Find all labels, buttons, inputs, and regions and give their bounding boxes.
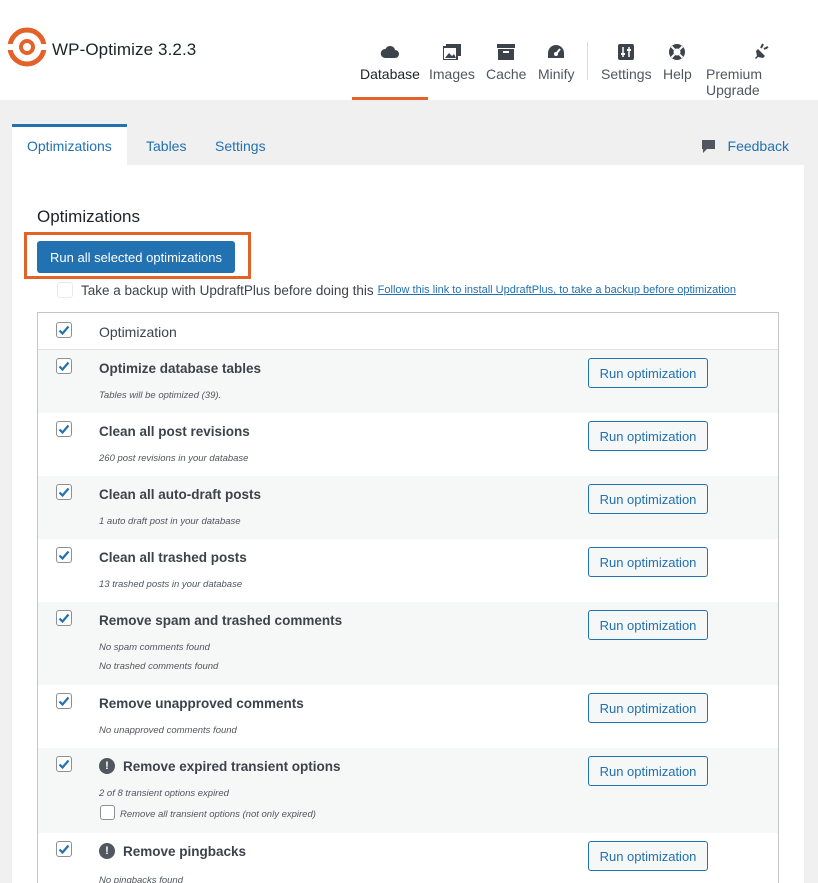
row-checkbox[interactable] — [56, 756, 72, 772]
backup-label: Take a backup with UpdraftPlus before do… — [81, 282, 374, 298]
nav-tab-help[interactable]: Help — [663, 42, 692, 100]
table-row: Remove spam and trashed comments No spam… — [38, 602, 778, 685]
page-title: Optimizations — [37, 207, 140, 226]
checkmark-icon — [58, 613, 70, 624]
subtab-bar: Optimizations Tables Settings — [0, 100, 818, 165]
dashboard-icon — [547, 42, 565, 62]
row-note: 13 trashed posts in your database — [99, 579, 243, 590]
row-title: Remove unapproved comments — [99, 696, 304, 711]
warning-icon: ! — [99, 758, 115, 774]
run-optimization-button[interactable]: Run optimization — [588, 421, 708, 451]
backup-checkbox[interactable] — [57, 282, 73, 298]
row-checkbox[interactable] — [56, 421, 72, 437]
run-optimization-button[interactable]: Run optimization — [588, 693, 708, 723]
checkmark-icon — [58, 844, 70, 855]
run-optimization-button[interactable]: Run optimization — [588, 756, 708, 786]
row-title: Optimize database tables — [99, 361, 262, 376]
row-note: Tables will be optimized (39). — [99, 390, 222, 401]
run-optimization-button[interactable]: Run optimization — [588, 547, 708, 577]
warning-icon: ! — [99, 843, 115, 859]
tab-optimizations[interactable]: Optimizations — [12, 124, 127, 165]
row-checkbox[interactable] — [56, 841, 72, 857]
row-note: No trashed comments found — [99, 661, 219, 672]
row-title: Clean all post revisions — [99, 424, 250, 439]
cloud-icon — [380, 42, 400, 62]
row-note: No unapproved comments found — [99, 725, 237, 736]
plugin-icon — [754, 42, 770, 62]
table-row: ! Remove expired transient options 2 of … — [38, 748, 778, 833]
nav-tab-minify[interactable]: Minify — [538, 42, 575, 100]
wp-optimize-logo-icon — [7, 27, 47, 67]
row-checkbox[interactable] — [56, 610, 72, 626]
images-icon — [442, 42, 461, 62]
nav-label: Settings — [601, 66, 652, 82]
row-title: ! Remove pingbacks — [99, 843, 246, 859]
feedback-link[interactable]: Feedback — [701, 138, 789, 154]
app-title: WP-Optimize 3.2.3 — [52, 40, 197, 59]
row-title: ! Remove expired transient options — [99, 758, 341, 774]
run-optimization-button[interactable]: Run optimization — [588, 358, 708, 388]
column-header-optimization: Optimization — [99, 324, 177, 340]
checkmark-icon — [58, 487, 70, 498]
checkmark-icon — [58, 424, 70, 435]
nav-label: Help — [663, 66, 692, 82]
row-note: No pingbacks found — [99, 875, 183, 883]
checkmark-icon — [58, 696, 70, 707]
row-title: Clean all trashed posts — [99, 550, 247, 565]
checkmark-icon — [58, 550, 70, 561]
run-optimization-button[interactable]: Run optimization — [588, 610, 708, 640]
lifebuoy-icon — [668, 42, 686, 62]
table-row: Clean all post revisions 260 post revisi… — [38, 413, 778, 476]
transient-all-checkbox[interactable] — [100, 805, 115, 820]
run-all-button[interactable]: Run all selected optimizations — [37, 241, 235, 273]
optimizations-table: Optimization Optimize database tables Ta… — [37, 312, 779, 883]
nav-label: Database — [360, 66, 420, 82]
run-optimization-button[interactable]: Run optimization — [588, 841, 708, 871]
row-checkbox[interactable] — [56, 693, 72, 709]
nav-label: Images — [429, 66, 475, 82]
select-all-checkbox[interactable] — [56, 322, 72, 338]
row-note: No spam comments found — [99, 642, 210, 653]
checkmark-icon — [58, 759, 70, 770]
nav-tab-images[interactable]: Images — [429, 42, 475, 100]
nav-divider — [587, 42, 588, 80]
nav-tab-premium-upgrade[interactable]: Premium Upgrade — [706, 42, 818, 100]
nav-label: Premium Upgrade — [706, 66, 763, 98]
row-note: 2 of 8 transient options expired — [99, 788, 229, 799]
nav-label: Minify — [538, 66, 575, 82]
archive-icon — [497, 42, 516, 62]
install-updraftplus-link[interactable]: Follow this link to install UpdraftPlus,… — [378, 284, 736, 296]
table-row: Remove unapproved comments No unapproved… — [38, 685, 778, 748]
row-checkbox[interactable] — [56, 484, 72, 500]
top-header: WP-Optimize 3.2.3 Database Images Cache … — [0, 0, 818, 100]
tab-tables[interactable]: Tables — [146, 124, 186, 165]
table-row: Clean all trashed posts 13 trashed posts… — [38, 539, 778, 602]
table-row: ! Remove pingbacks No pingbacks found Ru… — [38, 833, 778, 883]
row-title: Remove spam and trashed comments — [99, 613, 343, 628]
checkmark-icon — [58, 325, 70, 336]
table-row: Optimize database tables Tables will be … — [38, 350, 778, 413]
row-checkbox[interactable] — [56, 358, 72, 374]
feedback-label: Feedback — [727, 138, 789, 154]
row-title: Clean all auto-draft posts — [99, 487, 262, 502]
nav-label: Cache — [486, 66, 527, 82]
transient-all-label: Remove all transient options (not only e… — [120, 809, 316, 820]
table-header: Optimization — [38, 313, 778, 350]
row-note: 260 post revisions in your database — [99, 453, 249, 464]
row-note: 1 auto draft post in your database — [99, 516, 241, 527]
tab-settings[interactable]: Settings — [215, 124, 266, 165]
nav-tab-settings[interactable]: Settings — [601, 42, 652, 100]
row-checkbox[interactable] — [56, 547, 72, 563]
sliders-icon — [618, 42, 635, 62]
speech-bubble-icon — [701, 139, 715, 153]
backup-option: Take a backup with UpdraftPlus before do… — [57, 282, 736, 298]
table-row: Clean all auto-draft posts 1 auto draft … — [38, 476, 778, 539]
nav-tab-database[interactable]: Database — [352, 42, 428, 100]
nav-tab-cache[interactable]: Cache — [486, 42, 526, 100]
checkmark-icon — [58, 361, 70, 372]
run-optimization-button[interactable]: Run optimization — [588, 484, 708, 514]
